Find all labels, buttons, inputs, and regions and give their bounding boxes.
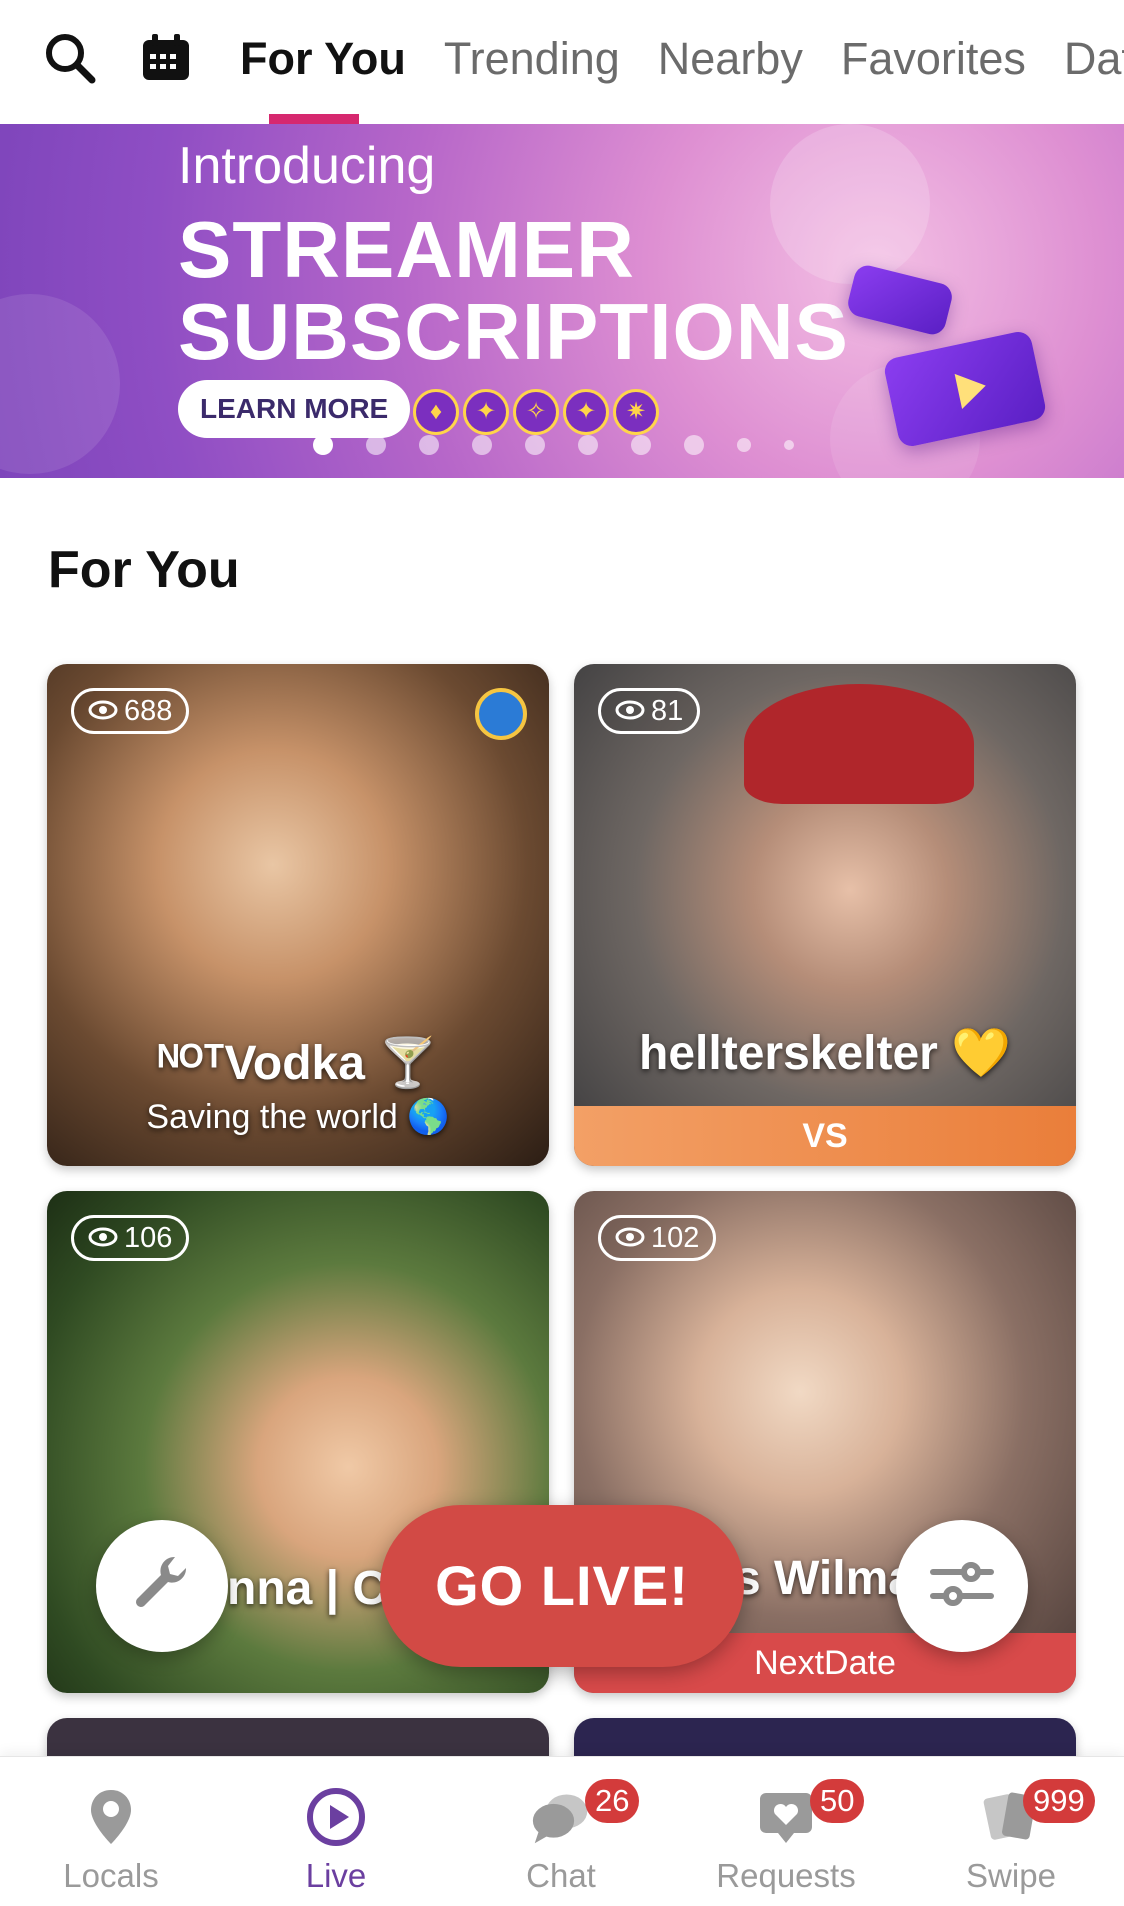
- decor-bubble: [0, 294, 120, 474]
- nav-chat[interactable]: 26 Chat: [461, 1757, 661, 1906]
- nav-requests[interactable]: 50 Requests: [686, 1757, 886, 1906]
- tab-date[interactable]: Date: [1064, 0, 1124, 124]
- carousel-dot[interactable]: [737, 438, 751, 452]
- stream-card[interactable]: 81 hellterskelter 💛 VS: [574, 664, 1076, 1166]
- carousel-dots: [313, 435, 827, 455]
- viewer-count: 81: [598, 688, 701, 734]
- eye-icon: [615, 1218, 645, 1258]
- streamer-name: ᴺᴼᵀVodka 🍸: [157, 1037, 439, 1090]
- viewer-count: 106: [71, 1215, 190, 1261]
- carousel-dot[interactable]: [313, 435, 333, 455]
- promo-banner[interactable]: Introducing STREAMER SUBSCRIPTIONS LEARN…: [0, 124, 1124, 478]
- viewer-count-value: 688: [124, 695, 173, 727]
- tab-favorites[interactable]: Favorites: [841, 0, 1026, 124]
- diamond-gem-icon: ♦: [413, 389, 459, 435]
- nav-swipe[interactable]: 999 Swipe: [911, 1757, 1111, 1906]
- decor-bubble: [770, 124, 930, 284]
- banner-intro-text: Introducing: [178, 137, 436, 195]
- star-gem-icon: ✦: [563, 389, 609, 435]
- eye-icon: [615, 691, 645, 731]
- viewer-count-value: 106: [124, 1222, 173, 1254]
- tab-trending[interactable]: Trending: [444, 0, 620, 124]
- carousel-dot[interactable]: [784, 440, 794, 450]
- viewer-count: 688: [71, 688, 190, 734]
- location-pin-icon: [81, 1787, 141, 1847]
- learn-more-button[interactable]: LEARN MORE: [178, 380, 411, 438]
- banner-title-line1: STREAMER: [178, 205, 635, 294]
- carousel-dot[interactable]: [472, 435, 492, 455]
- search-icon[interactable]: [40, 28, 100, 88]
- swipe-badge: 999: [1023, 1779, 1095, 1823]
- viewer-count-value: 81: [651, 695, 684, 727]
- bottom-navigation: Locals Live 26 Chat 50 Requests 999 Swip…: [0, 1756, 1124, 1906]
- nav-locals[interactable]: Locals: [11, 1757, 211, 1906]
- wrench-icon: [127, 1549, 197, 1624]
- requests-badge: 50: [810, 1779, 865, 1823]
- streamer-name: hellterskelter 💛: [639, 1027, 1011, 1080]
- carousel-dot[interactable]: [366, 435, 386, 455]
- nav-label: Locals: [63, 1857, 159, 1894]
- chat-badge: 26: [585, 1779, 640, 1823]
- star-gem-icon: ✧: [513, 389, 559, 435]
- tools-button[interactable]: [96, 1520, 228, 1652]
- tab-nearby[interactable]: Nearby: [658, 0, 803, 124]
- carousel-dot[interactable]: [578, 435, 598, 455]
- nav-live[interactable]: Live: [236, 1757, 436, 1906]
- eye-icon: [88, 691, 118, 731]
- carousel-dot[interactable]: [419, 435, 439, 455]
- nav-label: Swipe: [966, 1857, 1056, 1894]
- filters-button[interactable]: [896, 1520, 1028, 1652]
- sliders-icon: [927, 1554, 997, 1619]
- viewer-count: 102: [598, 1215, 717, 1261]
- chat-bubbles-icon: [531, 1787, 591, 1847]
- santa-hat: [744, 684, 974, 804]
- play-circle-icon: [306, 1787, 366, 1847]
- ticket-play-icon: [882, 329, 1048, 449]
- heart-message-icon: [756, 1787, 816, 1847]
- star-gem-icon: ✷: [613, 389, 659, 435]
- calendar-icon[interactable]: [136, 28, 196, 88]
- carousel-dot[interactable]: [631, 435, 651, 455]
- vs-label: VS: [574, 1106, 1076, 1166]
- ticket-icon: [845, 262, 955, 338]
- eye-icon: [88, 1218, 118, 1258]
- stream-card[interactable]: 688 ᴺᴼᵀVodka 🍸 Saving the world 🌎: [47, 664, 549, 1166]
- nav-label: Chat: [526, 1857, 596, 1894]
- tab-bar: For You Trending Nearby Favorites Date: [240, 0, 1124, 124]
- nav-label: Requests: [716, 1857, 856, 1894]
- top-navigation: For You Trending Nearby Favorites Date: [0, 0, 1124, 124]
- carousel-dot[interactable]: [525, 435, 545, 455]
- star-gem-icon: ✦: [463, 389, 509, 435]
- tab-for-you[interactable]: For You: [240, 0, 406, 124]
- stream-subtitle: Saving the world 🌎: [146, 1098, 450, 1136]
- section-title: For You: [48, 541, 240, 599]
- banner-title-line2: SUBSCRIPTIONS: [178, 287, 849, 376]
- go-live-button[interactable]: GO LIVE!: [380, 1505, 744, 1667]
- nav-label: Live: [305, 1857, 367, 1894]
- viewer-count-value: 102: [651, 1222, 700, 1254]
- medal-icon: [475, 688, 527, 740]
- carousel-dot[interactable]: [684, 435, 704, 455]
